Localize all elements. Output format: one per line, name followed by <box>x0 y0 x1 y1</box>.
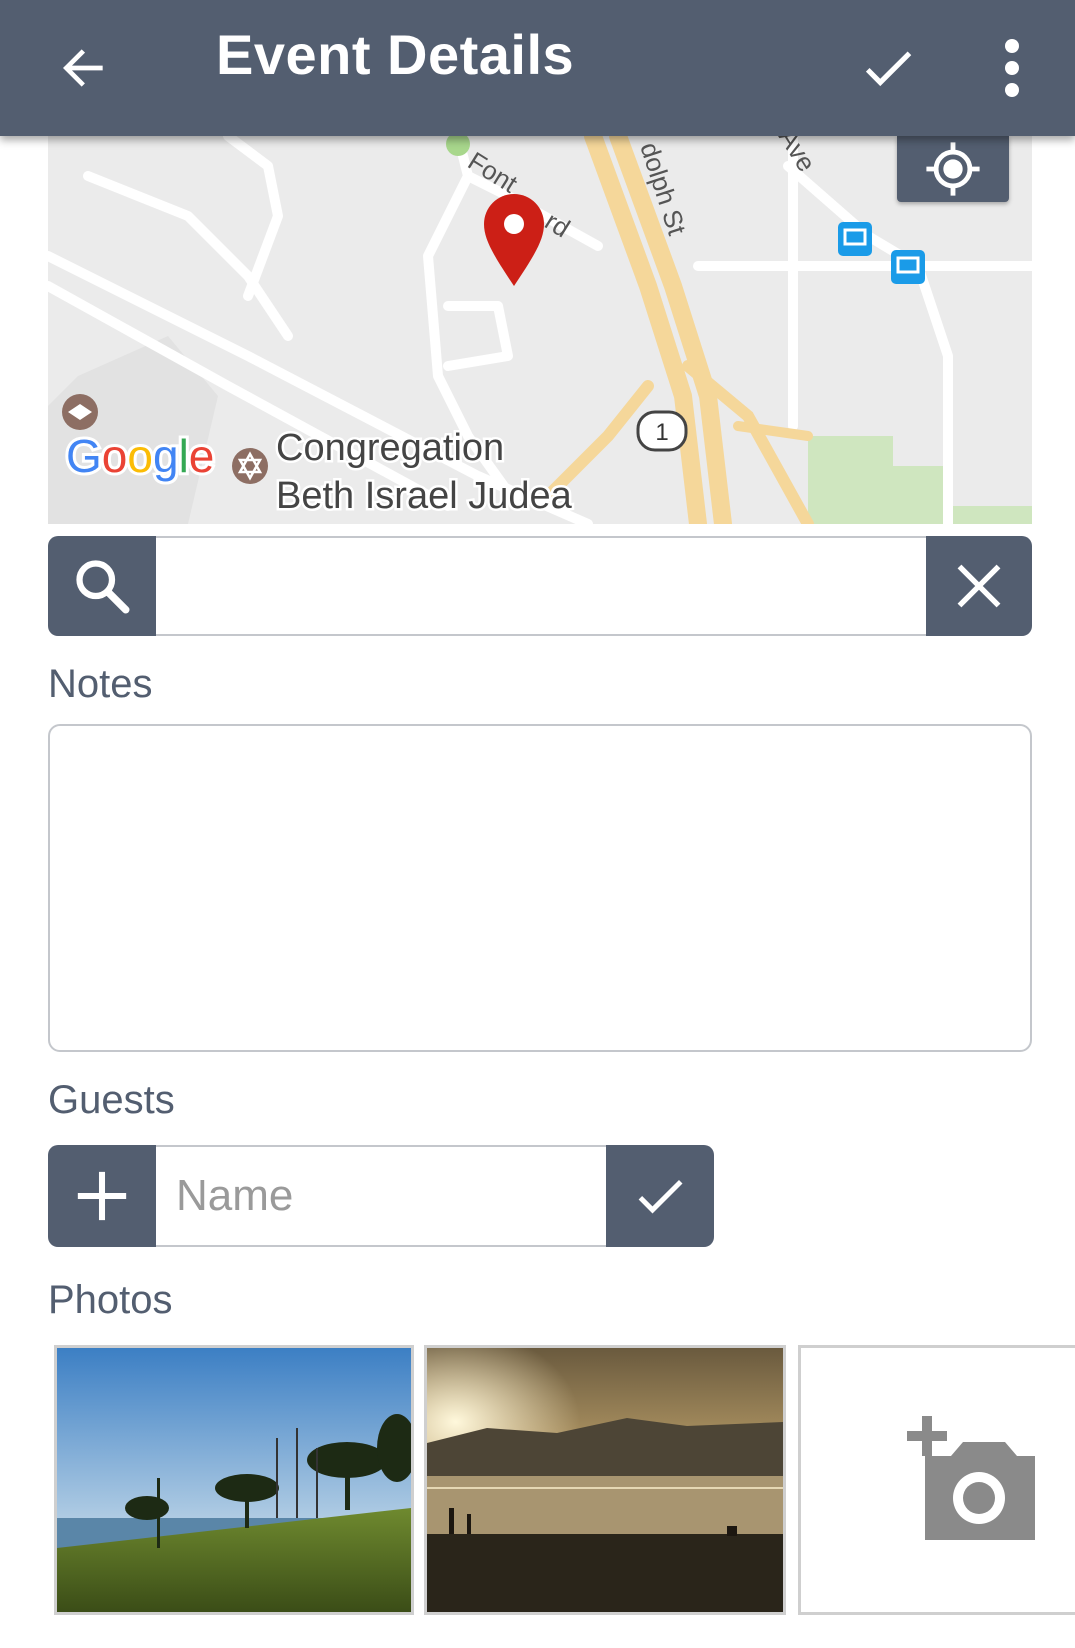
check-icon <box>865 51 912 87</box>
photo-sunset-bay <box>427 1348 783 1612</box>
photo-harbor-trees <box>57 1348 411 1612</box>
close-icon <box>957 564 1001 608</box>
poi-label-line1: Congregation <box>276 427 504 469</box>
add-photo-icon <box>907 1416 1035 1540</box>
notes-label: Notes <box>48 662 153 706</box>
google-logo: Google <box>66 430 214 482</box>
search-icon <box>76 560 130 614</box>
arrow-left-icon <box>63 49 103 87</box>
poi-label-line2: Beth Israel Judea <box>276 475 573 517</box>
check-icon <box>638 1180 683 1214</box>
highway-shield: 1 <box>636 410 688 452</box>
app-bar: Event Details <box>0 0 1075 136</box>
more-vert-icon <box>1005 39 1019 97</box>
guests-label: Guests <box>48 1078 175 1122</box>
page-title: Event Details <box>216 23 575 86</box>
overflow-menu-button[interactable] <box>962 18 1062 118</box>
guest-name-input[interactable] <box>156 1145 606 1247</box>
back-button[interactable] <box>34 18 134 118</box>
clear-search-button[interactable] <box>926 536 1032 636</box>
confirm-guest-button[interactable] <box>606 1145 714 1247</box>
save-button[interactable] <box>838 18 938 118</box>
add-guest-button[interactable] <box>48 1145 156 1247</box>
search-button[interactable] <box>48 536 156 636</box>
map-canvas: dolph St Font rd Ave 1 Congregation Beth… <box>48 136 1032 524</box>
location-search-input[interactable] <box>156 536 926 636</box>
photos-label: Photos <box>48 1278 173 1322</box>
highway-number: 1 <box>655 419 668 446</box>
location-search <box>48 536 1032 636</box>
add-photo-button[interactable] <box>798 1345 1075 1615</box>
map-view[interactable]: dolph St Font rd Ave 1 Congregation Beth… <box>48 136 1032 524</box>
my-location-icon <box>926 142 980 196</box>
my-location-button[interactable] <box>897 136 1009 202</box>
photo-thumbnail-1[interactable] <box>54 1345 414 1615</box>
notes-field[interactable] <box>48 724 1032 1052</box>
photo-thumbnail-2[interactable] <box>424 1345 786 1615</box>
plus-icon <box>77 1171 127 1221</box>
guest-entry <box>48 1145 714 1247</box>
